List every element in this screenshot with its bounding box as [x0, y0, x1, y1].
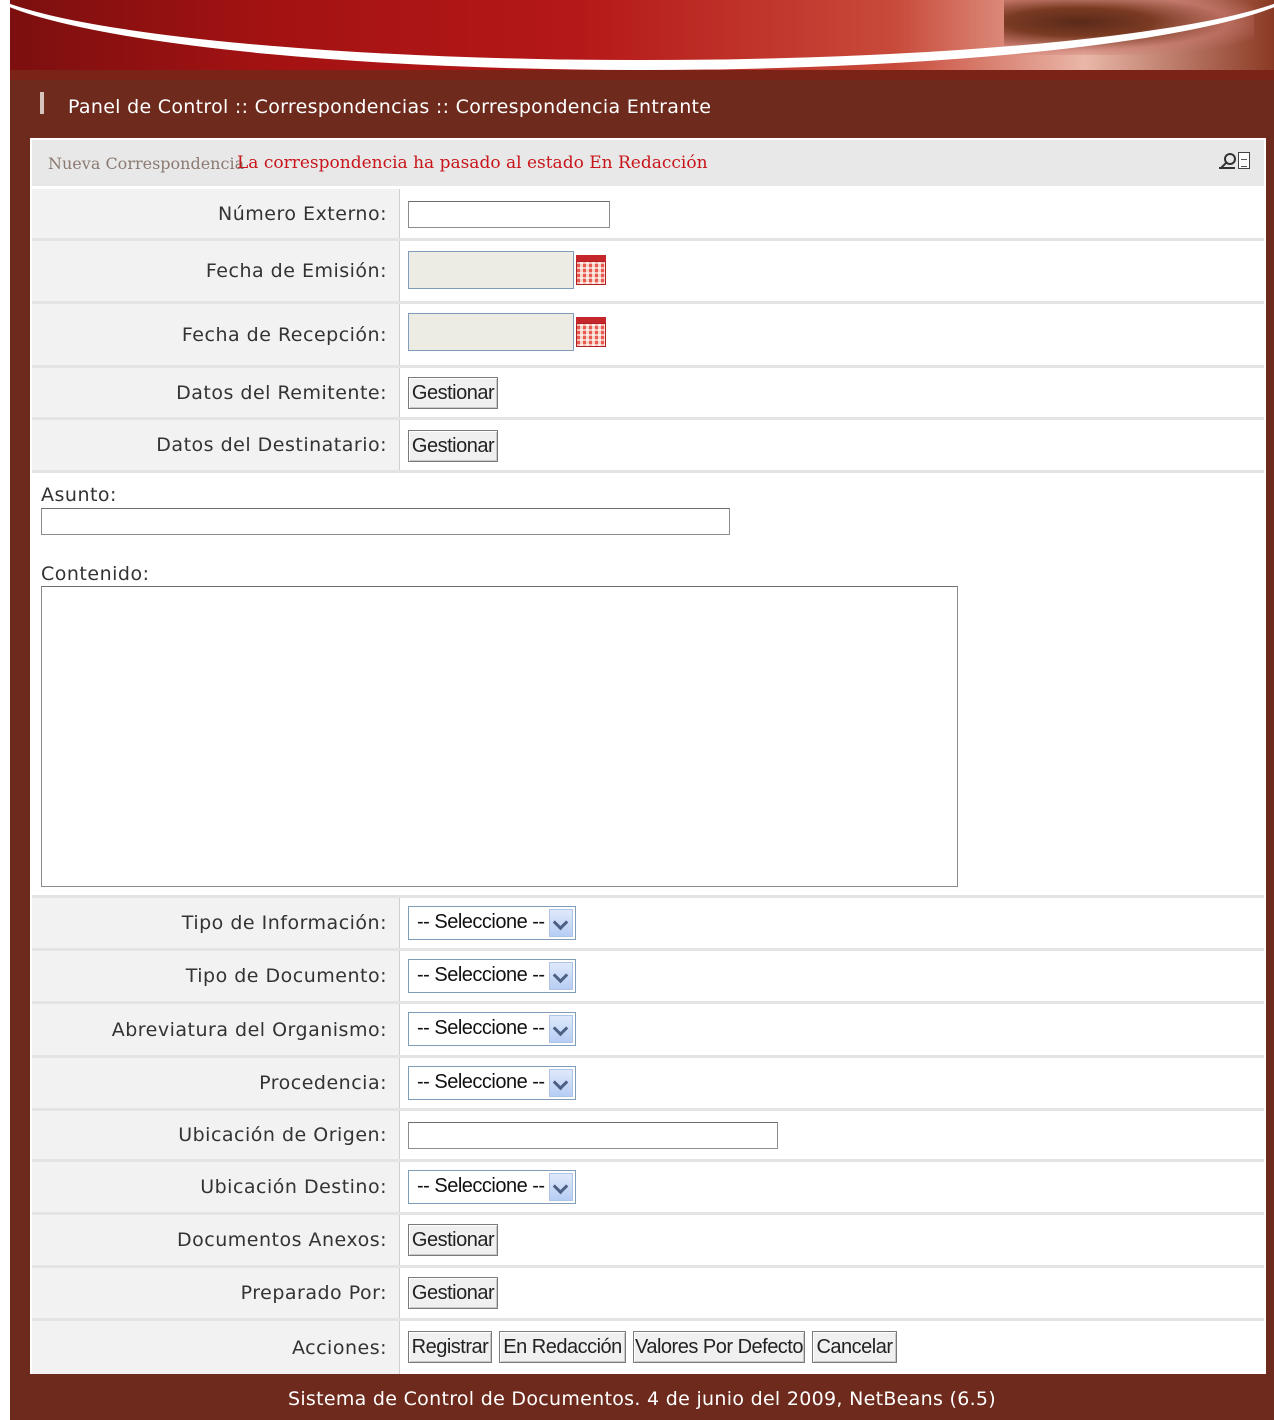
remitente-label: Datos del Remitente: [176, 381, 387, 404]
destinatario-label: Datos del Destinatario: [156, 434, 387, 456]
status-icons [1219, 152, 1250, 170]
tipo-informacion-label: Tipo de Información: [181, 912, 387, 934]
chevron-down-icon[interactable] [549, 1015, 573, 1043]
fecha-recepcion-label: Fecha de Recepción: [181, 323, 387, 346]
ubicacion-destino-select[interactable]: -- Seleccione -- [408, 1170, 576, 1204]
procedencia-select[interactable]: -- Seleccione -- [408, 1066, 576, 1100]
ubicacion-destino-label: Ubicación Destino: [200, 1176, 387, 1198]
row-tipo-informacion: Tipo de Información: -- Seleccione -- [32, 898, 1264, 948]
chevron-down-icon[interactable] [549, 909, 573, 937]
fecha-emision-input[interactable] [408, 251, 574, 289]
tipo-documento-select[interactable]: -- Seleccione -- [408, 959, 576, 993]
row-remitente: Datos del Remitente: Gestionar [32, 368, 1264, 417]
row-ubicacion-destino: Ubicación Destino: -- Seleccione -- [32, 1162, 1264, 1212]
contenido-label: Contenido: [41, 563, 150, 585]
footer-text: Sistema de Control de Documentos. 4 de j… [287, 1388, 997, 1410]
tipo-documento-label: Tipo de Documento: [185, 965, 387, 987]
breadcrumb-bar: Panel de Control :: Correspondencias :: … [10, 80, 1274, 132]
header-banner [10, 0, 1274, 80]
cancelar-button[interactable]: Cancelar [812, 1331, 897, 1363]
valores-por-defecto-button[interactable]: Valores Por Defecto [633, 1331, 805, 1363]
row-abreviatura: Abreviatura del Organismo: -- Seleccione… [32, 1004, 1264, 1055]
footer: Sistema de Control de Documentos. 4 de j… [10, 1376, 1274, 1420]
form-panel: Nueva Correspondencia La correspondencia… [30, 138, 1266, 1374]
registrar-button[interactable]: Registrar [408, 1331, 492, 1363]
divider [32, 470, 1264, 473]
tipo-informacion-select[interactable]: -- Seleccione -- [408, 906, 576, 940]
acciones-label: Acciones: [292, 1336, 387, 1359]
row-tipo-documento: Tipo de Documento: -- Seleccione -- [32, 951, 1264, 1001]
gestionar-remitente-button[interactable]: Gestionar [408, 377, 498, 409]
procedencia-label: Procedencia: [259, 1072, 387, 1094]
form-title: Nueva Correspondencia [48, 154, 245, 173]
document-icon[interactable] [1238, 152, 1250, 169]
row-procedencia: Procedencia: -- Seleccione -- [32, 1058, 1264, 1108]
asunto-label: Asunto: [41, 484, 117, 506]
preparado-por-label: Preparado Por: [240, 1282, 387, 1304]
breadcrumb: Panel de Control :: Correspondencias :: … [68, 96, 712, 118]
gestionar-destinatario-button[interactable]: Gestionar [408, 430, 498, 462]
documentos-anexos-label: Documentos Anexos: [177, 1229, 387, 1251]
chevron-down-icon[interactable] [549, 962, 573, 990]
chevron-down-icon[interactable] [549, 1173, 573, 1201]
row-ubicacion-origen: Ubicación de Origen: [32, 1111, 1264, 1159]
row-documentos-anexos: Documentos Anexos: Gestionar [32, 1215, 1264, 1265]
search-icon[interactable] [1219, 152, 1236, 170]
ubicacion-origen-input[interactable] [408, 1122, 778, 1149]
asunto-input[interactable] [41, 508, 730, 535]
abreviatura-select[interactable]: -- Seleccione -- [408, 1012, 576, 1046]
status-bar: Nueva Correspondencia La correspondencia… [32, 140, 1264, 186]
row-destinatario: Datos del Destinatario: Gestionar [32, 420, 1264, 470]
calendar-icon[interactable] [574, 253, 608, 289]
contenido-textarea[interactable] [41, 586, 958, 887]
calendar-icon[interactable] [574, 315, 608, 351]
chevron-down-icon[interactable] [549, 1069, 573, 1097]
numero-externo-input[interactable] [408, 201, 610, 228]
status-message: La correspondencia ha pasado al estado E… [237, 153, 708, 173]
breadcrumb-marker [40, 92, 44, 114]
ubicacion-origen-label: Ubicación de Origen: [178, 1124, 387, 1146]
abreviatura-label: Abreviatura del Organismo: [111, 1018, 387, 1041]
row-preparado-por: Preparado Por: Gestionar [32, 1268, 1264, 1318]
numero-externo-label: Número Externo: [218, 202, 387, 225]
fecha-emision-label: Fecha de Emisión: [205, 260, 387, 282]
gestionar-preparado-button[interactable]: Gestionar [408, 1277, 498, 1309]
row-fecha-recepcion: Fecha de Recepción: [32, 304, 1264, 365]
en-redaccion-button[interactable]: En Redacción [499, 1331, 626, 1363]
row-numero-externo: Número Externo: [32, 189, 1264, 238]
row-fecha-emision: Fecha de Emisión: [32, 241, 1264, 301]
row-acciones: Acciones: Registrar En Redacción Valores… [32, 1321, 1264, 1374]
fecha-recepcion-input[interactable] [408, 313, 574, 351]
gestionar-anexos-button[interactable]: Gestionar [408, 1224, 498, 1256]
